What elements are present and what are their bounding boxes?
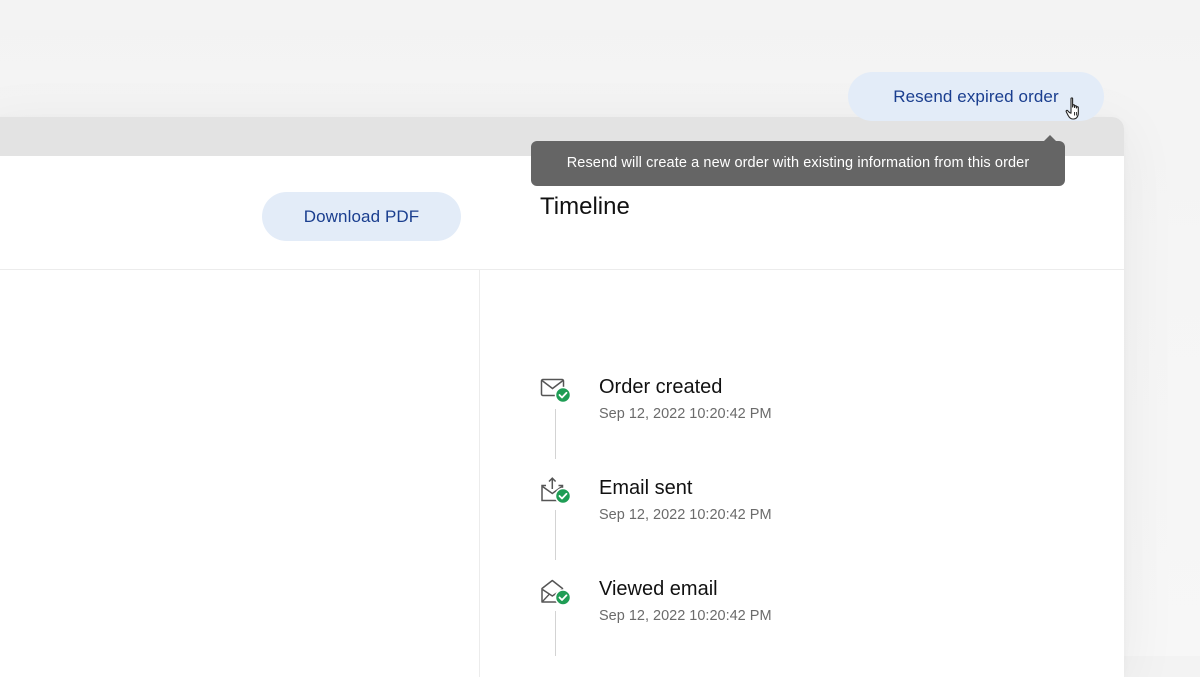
timeline-event-label: Viewed email <box>599 578 718 600</box>
timeline-event-timestamp: Sep 12, 2022 10:20:42 PM <box>599 406 772 422</box>
timeline-event-timestamp: Sep 12, 2022 10:20:42 PM <box>599 608 772 624</box>
timeline-event: Email sent Sep 12, 2022 10:20:42 PM <box>540 477 1040 537</box>
resend-tooltip: Resend will create a new order with exis… <box>531 141 1065 186</box>
column-divider <box>479 270 480 677</box>
header-divider <box>0 269 1124 270</box>
email-sent-icon <box>541 477 572 505</box>
email-opened-icon <box>541 579 572 606</box>
download-pdf-button[interactable]: Download PDF <box>262 192 461 241</box>
hand-pointer-icon <box>1065 97 1079 120</box>
timeline-event-label: Order created <box>599 376 723 398</box>
envelope-check-icon <box>540 378 572 404</box>
timeline-event: Viewed email Sep 12, 2022 10:20:42 PM <box>540 578 1040 638</box>
timeline-event-label: Email sent <box>599 477 693 499</box>
timeline-event-timestamp: Sep 12, 2022 10:20:42 PM <box>599 507 772 523</box>
timeline-heading: Timeline <box>540 193 630 220</box>
timeline-event: Order created Sep 12, 2022 10:20:42 PM <box>540 376 1040 436</box>
